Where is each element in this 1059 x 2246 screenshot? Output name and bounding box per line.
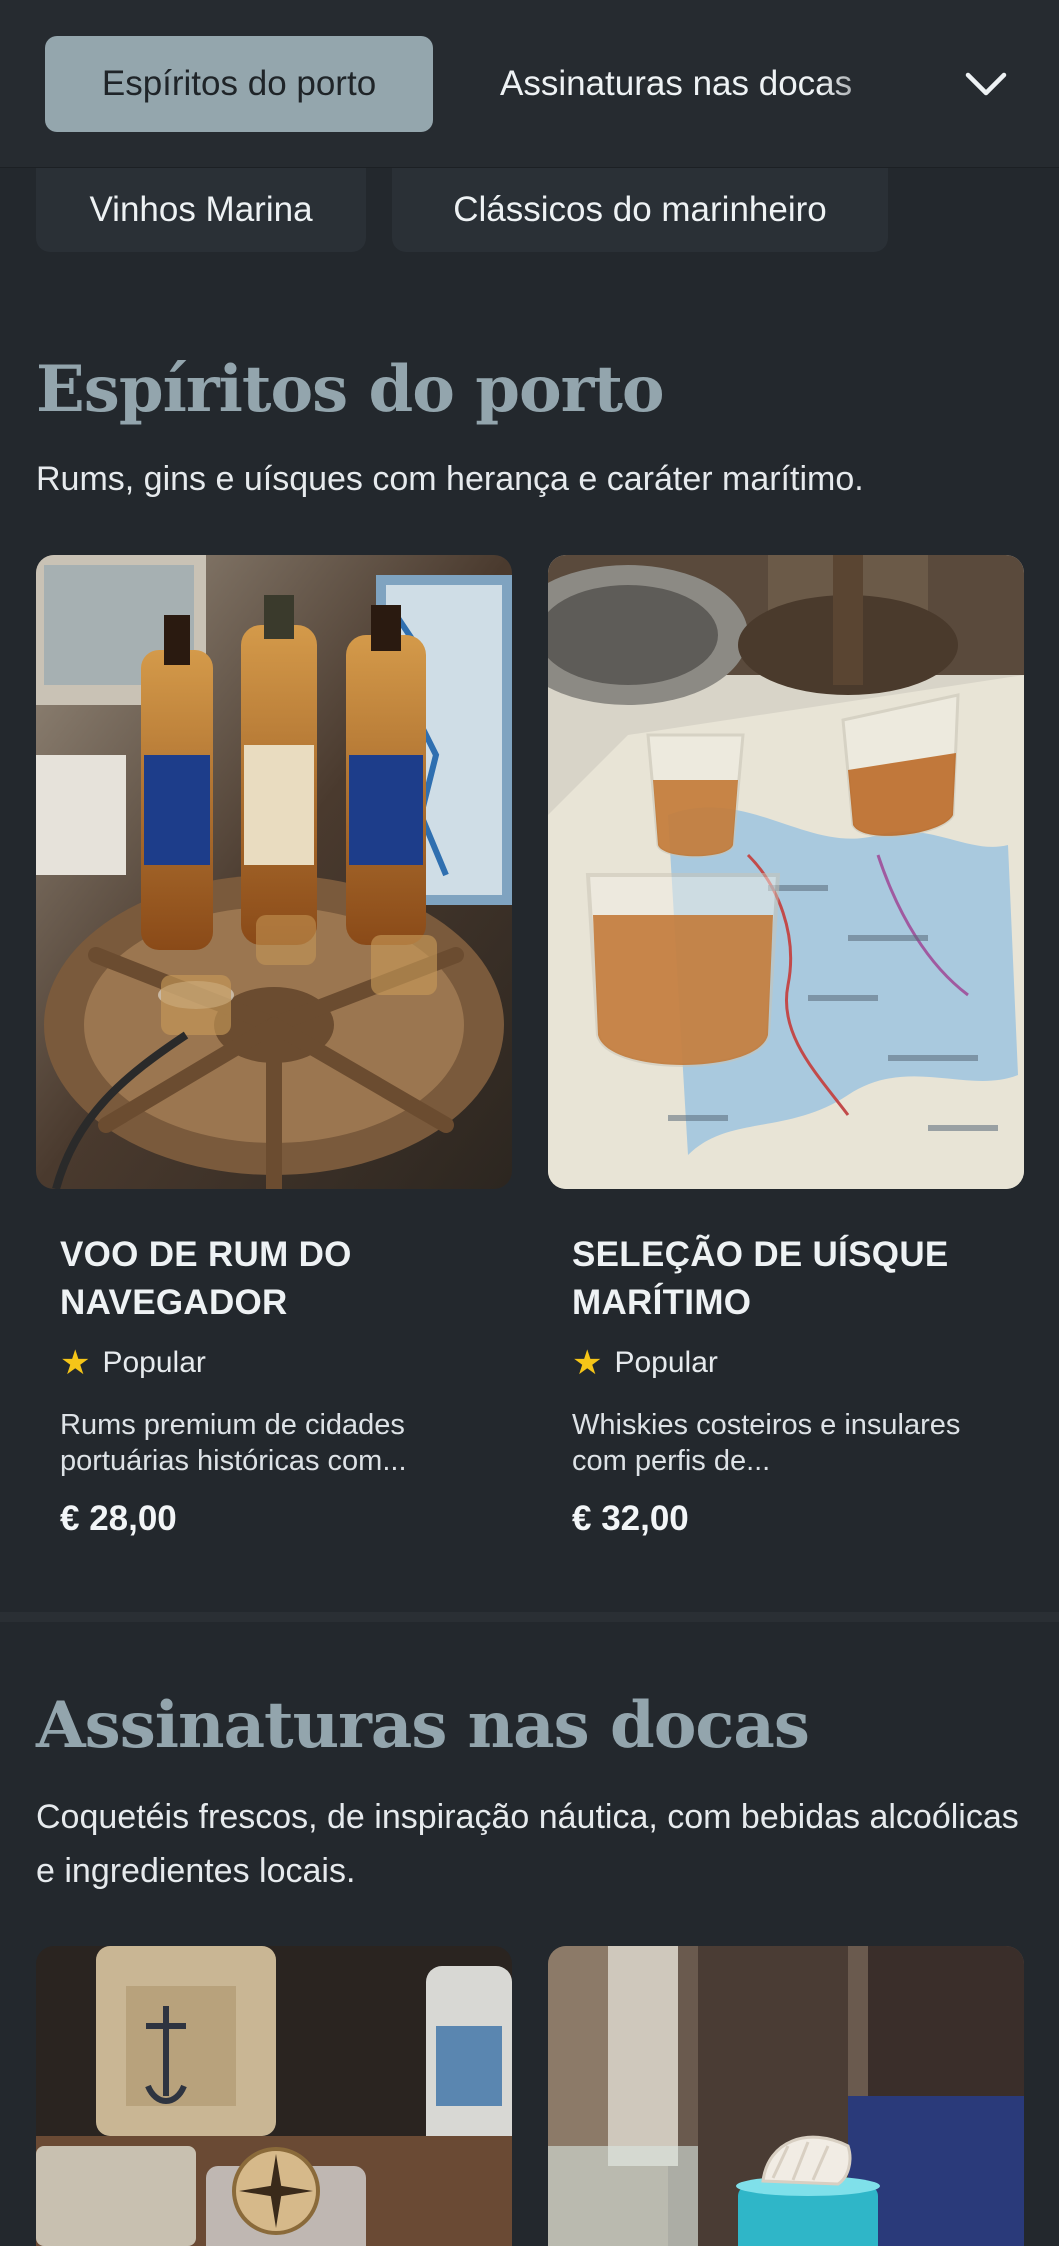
item-name: VOO DE RUM DO NAVEGADOR xyxy=(60,1235,352,1322)
item-price: € 32,00 xyxy=(572,1499,689,1538)
rum-flight-photo xyxy=(36,555,512,1189)
tab-overflow-fade xyxy=(820,40,920,128)
tab-label: Espíritos do porto xyxy=(101,64,377,103)
popular-badge: ★ Popular xyxy=(60,1343,206,1383)
badge-label: Popular xyxy=(614,1346,718,1379)
section-description: Rums, gins e uísques com herança e carát… xyxy=(36,460,864,498)
compass-cocktail-photo xyxy=(36,1946,512,2246)
tab-espiritos-do-porto[interactable]: Espíritos do porto xyxy=(45,36,433,132)
star-icon: ★ xyxy=(572,1344,603,1382)
pill-classicos-do-marinheiro[interactable]: Clássicos do marinheiro xyxy=(392,168,888,252)
badge-label: Popular xyxy=(102,1346,206,1379)
section-divider xyxy=(0,1612,1059,1622)
section-title: Espíritos do porto xyxy=(36,352,665,427)
tab-assinaturas-nas-docas[interactable]: Assinaturas nas docas xyxy=(500,36,852,132)
pill-vinhos-marina[interactable]: Vinhos Marina xyxy=(36,168,366,252)
item-price: € 28,00 xyxy=(60,1499,177,1538)
whisky-selection-photo xyxy=(548,555,1024,1189)
pill-label: Clássicos do marinheiro xyxy=(453,190,827,229)
category-pills: Vinhos Marina Clássicos do marinheiro xyxy=(0,168,1059,252)
item-description: Rums premium de cidades portuárias histó… xyxy=(60,1409,407,1477)
pill-label: Vinhos Marina xyxy=(89,190,313,229)
chevron-down-icon[interactable] xyxy=(960,60,1012,108)
section-description: Coquetéis frescos, de inspiração náutica… xyxy=(36,1798,1019,1890)
menu-item-card[interactable] xyxy=(36,1946,512,2246)
item-name: SELEÇÃO DE UÍSQUE MARÍTIMO xyxy=(572,1235,949,1322)
category-nav: Espíritos do porto Assinaturas nas docas xyxy=(0,0,1059,168)
popular-badge: ★ Popular xyxy=(572,1343,718,1383)
star-icon: ★ xyxy=(60,1344,91,1382)
item-description: Whiskies costeiros e insulares com perfi… xyxy=(572,1409,961,1477)
tab-label: Assinaturas nas docas xyxy=(500,64,853,103)
menu-item-card[interactable] xyxy=(548,1946,1024,2246)
seashell-cocktail-photo xyxy=(548,1946,1024,2246)
section-title: Assinaturas nas docas xyxy=(36,1688,810,1763)
